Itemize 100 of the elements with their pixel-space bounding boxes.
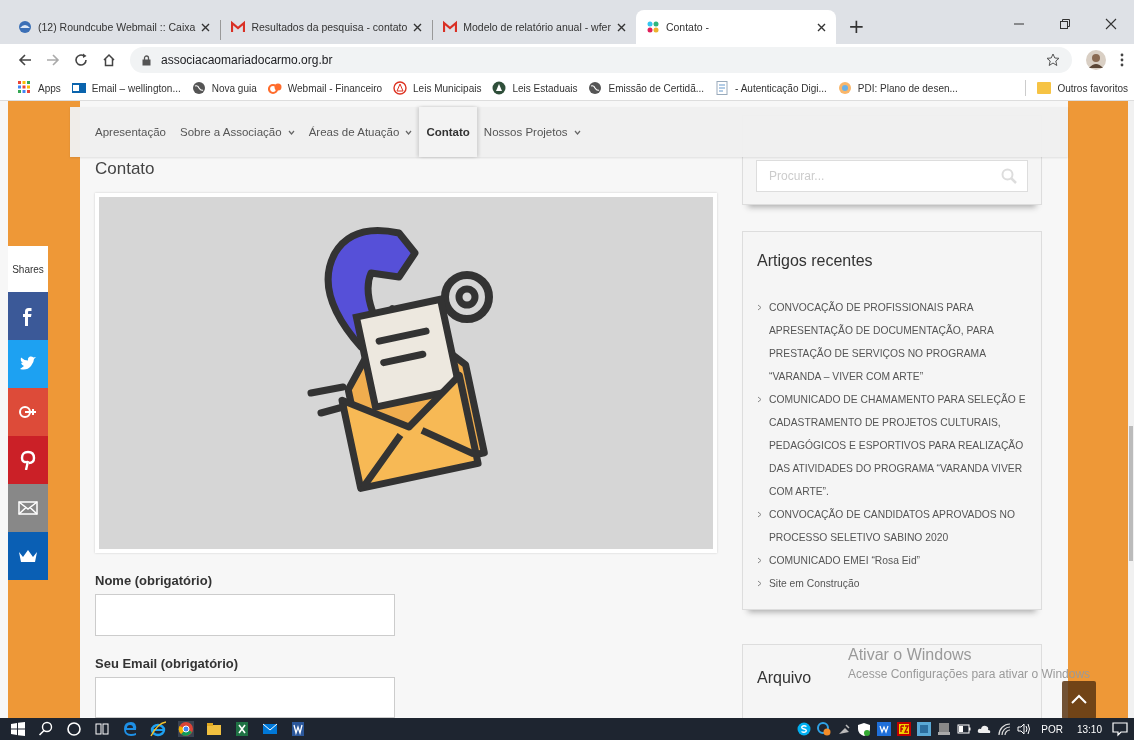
spreadsheet-icon[interactable] [234, 721, 250, 737]
back-to-top-icon[interactable] [1062, 681, 1096, 718]
widget-title: Arquivo [757, 669, 812, 687]
share-button[interactable] [8, 388, 48, 436]
nav-link[interactable]: Nossos Projetos [476, 107, 588, 157]
nav-link[interactable]: Áreas de Atuação [301, 107, 420, 157]
url-text: associacaomariadocarmo.org.br [161, 53, 334, 67]
word-doc-icon[interactable] [290, 721, 306, 737]
close-icon[interactable] [616, 22, 626, 32]
shield-icon[interactable] [857, 722, 872, 736]
post-link[interactable]: Site em Construção [769, 572, 860, 595]
bookmark-folder[interactable]: Outros favoritos [1037, 82, 1128, 94]
browser-tab[interactable]: (12) Roundcube Webmail :: Caixa [8, 10, 221, 44]
battery-icon[interactable] [957, 722, 972, 736]
avatar-icon[interactable] [1086, 50, 1106, 70]
network-app-icon[interactable] [917, 722, 932, 736]
mail-m-icon [443, 20, 458, 34]
post-link[interactable]: CONVOCAÇÃO DE PROFISSIONAIS PARA APRESENTAÇÃO DE DOCUMENTAÇÃO, PARA PRESTAÇÃO DE SERVIÇOS NO PROGRAMA “VARANDA – VIVER COM ARTE” [769, 296, 1027, 388]
share-button[interactable] [8, 436, 48, 484]
language-indicator[interactable]: POR [1041, 723, 1063, 735]
folder-icon [1037, 82, 1052, 94]
chrome-icon[interactable] [178, 721, 194, 737]
address-bar[interactable]: associacaomariadocarmo.org.br [130, 47, 1072, 73]
chevron-icon [757, 304, 762, 311]
speaker-icon[interactable] [1017, 722, 1032, 736]
chevron-down-icon [573, 129, 581, 135]
s-logo-icon[interactable] [797, 722, 812, 736]
bookmark[interactable]: Email – wellington... [71, 81, 181, 95]
tab-title: Modelo de relatório anual - wfer [463, 21, 611, 33]
close-icon[interactable] [201, 22, 211, 32]
browser-tab[interactable]: Contato - [635, 10, 836, 44]
notification-icon[interactable] [1112, 721, 1128, 737]
field-label: Seu Email (obrigatório) [95, 655, 239, 671]
fz-app-icon[interactable] [897, 722, 912, 736]
folder-icon[interactable] [206, 721, 222, 737]
bookmark[interactable]: Leis Municipais [393, 81, 482, 95]
tab-title: Resultados da pesquisa - contato [251, 21, 408, 33]
windows-start-icon[interactable] [10, 721, 26, 737]
shares-label: Shares [8, 246, 48, 292]
lock-icon [142, 54, 151, 66]
share-button[interactable] [8, 484, 48, 532]
circle-logo-icon [837, 81, 852, 95]
document-icon [715, 81, 730, 95]
bookmark[interactable]: - Autenticação Digi... [715, 81, 827, 95]
more-icon[interactable] [1120, 53, 1124, 67]
seal-icon [492, 81, 507, 95]
w-app-icon[interactable] [877, 722, 892, 736]
new-tab-button[interactable]: + [839, 14, 873, 38]
search-icon [1001, 168, 1017, 184]
bookmark[interactable]: Emissão de Certidã... [588, 81, 705, 95]
post-link[interactable]: COMUNICADO DE CHAMAMENTO PARA SELEÇÃO E CADASTRAMENTO DE PROJETOS CULTURAIS, PEDAGÓGICOS E ESPORTIVOS PARA REALIZAÇÃO DAS ATIVIDADES DO PROGRAMA “VARANDA VIVER COM ARTE”. [769, 388, 1027, 503]
tab-title: (12) Roundcube Webmail :: Caixa [38, 21, 196, 33]
field-label: Nome (obrigatório) [95, 573, 213, 588]
mail-icon[interactable] [262, 721, 278, 737]
edge-icon[interactable] [122, 721, 138, 737]
input-field[interactable] [95, 594, 395, 636]
share-button[interactable] [8, 532, 48, 580]
bookmark[interactable]: Leis Estaduais [492, 81, 578, 95]
bookmark[interactable]: Webmail - Financeiro [267, 81, 383, 95]
share-button[interactable] [8, 292, 48, 340]
reload-icon[interactable] [74, 53, 88, 67]
scrollbar-thumb[interactable] [1129, 426, 1133, 561]
close-icon[interactable] [816, 22, 826, 32]
home-icon[interactable] [102, 53, 116, 67]
satellite-icon[interactable] [837, 722, 852, 736]
chevron-icon [757, 557, 762, 564]
wifi-icon[interactable] [997, 722, 1012, 736]
browser-tab[interactable]: Modelo de relatório anual - wfer [433, 10, 636, 44]
star-icon[interactable] [1046, 53, 1060, 67]
post-link[interactable]: CONVOCAÇÃO DE CANDIDATOS APROVADOS NO PROCESSO SELETIVO SABINO 2020 [769, 503, 1027, 549]
task-view-icon[interactable] [94, 721, 110, 737]
input-field[interactable] [95, 676, 395, 718]
share-button[interactable] [8, 340, 48, 388]
restore-icon[interactable] [1059, 18, 1071, 30]
ie-icon[interactable] [150, 721, 166, 737]
chevron-icon [757, 511, 762, 518]
apps-grid-icon [18, 81, 32, 95]
clock[interactable]: 13:10 [1076, 723, 1102, 735]
browser-tab[interactable]: Resultados da pesquisa - contato [221, 10, 433, 44]
seal-icon [393, 81, 408, 95]
tab-title: Contato - [665, 21, 711, 33]
printer-icon[interactable] [937, 722, 952, 736]
badge-ring-icon[interactable] [817, 722, 832, 736]
back-icon[interactable] [18, 53, 32, 67]
globe-icon [588, 81, 603, 95]
bookmark[interactable]: PDI: Plano de desen... [837, 81, 958, 95]
nav-link[interactable]: Apresentação [88, 107, 173, 157]
mail-app-icon [71, 81, 86, 95]
nav-link[interactable]: Contato [419, 107, 477, 157]
pinwheel-icon [645, 20, 660, 34]
circle-icon[interactable] [66, 721, 82, 737]
post-link[interactable]: COMUNICADO EMEI “Rosa Eid” [769, 549, 921, 572]
close-icon[interactable] [1105, 18, 1117, 30]
chevron-down-icon [287, 129, 295, 135]
search-icon[interactable] [38, 721, 54, 737]
bookmark[interactable]: Nova guia [191, 81, 257, 95]
close-icon[interactable] [413, 22, 423, 32]
envelope-icon [18, 498, 38, 518]
bookmark[interactable]: Apps [18, 81, 61, 95]
nav-link[interactable]: Sobre a Associação [172, 107, 302, 157]
